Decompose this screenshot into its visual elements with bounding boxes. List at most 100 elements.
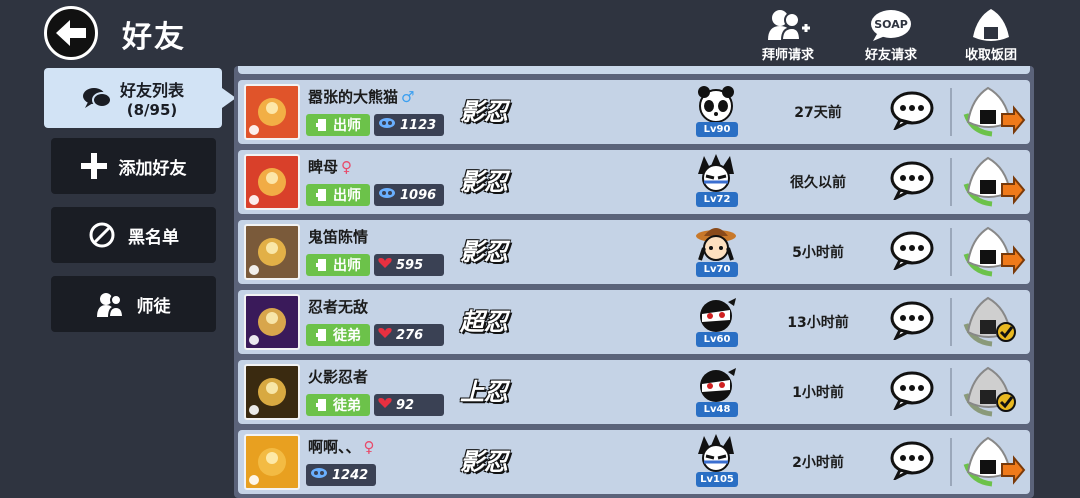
friend-name: 嚣张的大熊猫 [308, 88, 399, 106]
last-online: 5小时前 [792, 245, 844, 261]
chat-bubble-icon [890, 441, 934, 482]
avatar[interactable] [244, 154, 300, 210]
avatar-portrait-icon [246, 156, 298, 208]
chat-bubble-icon [890, 301, 934, 342]
row-divider [950, 88, 952, 136]
users-plus-icon [768, 10, 810, 41]
character-portrait [694, 294, 738, 334]
row-divider [950, 228, 952, 276]
character-portrait [694, 364, 738, 404]
stat-badge: 1242 [306, 464, 376, 486]
rice-ball-send-icon [963, 156, 1026, 207]
nav-blacklist[interactable]: 黑名单 [51, 207, 216, 263]
nav-master-apprentice[interactable]: 师徒 [51, 276, 216, 332]
stat-value: 595 [396, 257, 424, 273]
level-badge: Lv72 [696, 192, 738, 207]
character-portrait [694, 434, 738, 474]
scroll-icon [316, 119, 326, 131]
friend-request-button[interactable]: SOAP 好友请求 [846, 6, 936, 64]
relation-tag: 出师 [306, 114, 370, 136]
row-divider [950, 368, 952, 416]
stat-badge: 595 [374, 254, 444, 276]
ban-icon [89, 222, 115, 248]
relation-tag: 徒弟 [306, 394, 370, 416]
scroll-icon [316, 259, 326, 271]
collect-rice-ball-button[interactable]: 收取饭团 [946, 6, 1036, 64]
soap-bubble-icon: SOAP [871, 10, 911, 41]
chat-button[interactable] [890, 300, 934, 342]
gift-button[interactable] [962, 294, 1026, 350]
avatar[interactable] [244, 84, 300, 140]
friend-name: 睥母 [308, 158, 339, 176]
friend-row[interactable]: 睥母 ♀ 出师 1096 影忍 Lv72 很久以前 [238, 150, 1030, 214]
row-divider [950, 298, 952, 346]
rank-label: 影忍 [460, 237, 508, 266]
ninja-red-eyes-icon [700, 298, 736, 332]
last-online: 2小时前 [792, 455, 844, 471]
rice-ball-send-icon [963, 436, 1026, 487]
chat-bubble-icon [890, 91, 934, 132]
friend-row[interactable]: 嚣张的大熊猫 ♂ 出师 1123 影忍 Lv90 27天前 [238, 80, 1030, 144]
stat-value: 1096 [400, 187, 437, 203]
gift-button[interactable] [962, 434, 1026, 490]
page-title: 好友 [122, 20, 186, 55]
chat-button[interactable] [890, 230, 934, 272]
relation-tag: 出师 [306, 254, 370, 276]
gift-button[interactable] [962, 364, 1026, 420]
nav-friend-list-label: 好友列表 [119, 81, 184, 100]
gift-button[interactable] [962, 84, 1026, 140]
gift-button[interactable] [962, 224, 1026, 280]
rank-label: 上忍 [460, 377, 508, 406]
level-badge: Lv105 [696, 472, 738, 487]
back-button[interactable] [44, 6, 98, 60]
avatar[interactable] [244, 224, 300, 280]
avatar[interactable] [244, 364, 300, 420]
relation-tag-label: 出师 [333, 258, 361, 274]
chat-bubbles-icon [82, 88, 112, 108]
stat-value: 276 [396, 327, 424, 343]
chat-button[interactable] [890, 370, 934, 412]
friend-name: 火影忍者 [308, 368, 369, 386]
gender-icon: ♂ [401, 87, 415, 106]
friend-count: (8/95) [126, 101, 178, 119]
master-request-button[interactable]: 拜师请求 [743, 6, 833, 64]
swirl-icon [379, 188, 395, 198]
rice-ball-send-icon [963, 226, 1026, 277]
last-online: 13小时前 [787, 315, 849, 331]
chat-bubble-icon [890, 231, 934, 272]
gift-button[interactable] [962, 154, 1026, 210]
friend-row[interactable]: 鬼笛陈情 出师 595 影忍 Lv70 5小时前 [238, 220, 1030, 284]
friend-name: 鬼笛陈情 [308, 228, 369, 246]
friend-row[interactable]: 火影忍者 徒弟 92 上忍 Lv48 1小时前 [238, 360, 1030, 424]
friend-row[interactable]: 啊啊、、 ♀ 1242 影忍 Lv105 2小时前 [238, 430, 1030, 494]
last-online: 27天前 [794, 105, 842, 121]
chat-bubble-icon [890, 161, 934, 202]
relation-tag-label: 出师 [333, 188, 361, 204]
avatar[interactable] [244, 294, 300, 350]
gender-icon: ♀ [363, 437, 375, 456]
chat-button[interactable] [890, 90, 934, 132]
rank-label: 影忍 [460, 97, 508, 126]
row-divider [950, 158, 952, 206]
scroll-icon [316, 399, 326, 411]
nav-friend-list[interactable]: 好友列表 (8/95) [44, 68, 222, 128]
rice-ball-claimed-icon [963, 366, 1016, 417]
row-divider [950, 438, 952, 486]
hat-character-icon [696, 228, 736, 261]
avatar[interactable] [244, 434, 300, 490]
heart-icon [378, 258, 392, 268]
stat-badge: 276 [374, 324, 444, 346]
rank-label: 影忍 [460, 167, 508, 196]
friend-list[interactable]: 嚣张的大熊猫 ♂ 出师 1123 影忍 Lv90 27天前 睥母 ♀ 出师 10… [234, 66, 1034, 498]
friend-row[interactable]: 忍者无敌 徒弟 276 超忍 Lv60 13小时前 [238, 290, 1030, 354]
avatar-portrait-icon [246, 436, 298, 488]
scroll-icon [316, 329, 326, 341]
chat-button[interactable] [890, 440, 934, 482]
character-portrait [694, 84, 738, 124]
nav-add-friend[interactable]: 添加好友 [51, 138, 216, 194]
relation-tag-label: 徒弟 [333, 398, 361, 414]
level-badge: Lv90 [696, 122, 738, 137]
avatar-portrait-icon [246, 296, 298, 348]
chat-button[interactable] [890, 160, 934, 202]
character-portrait [694, 224, 738, 264]
